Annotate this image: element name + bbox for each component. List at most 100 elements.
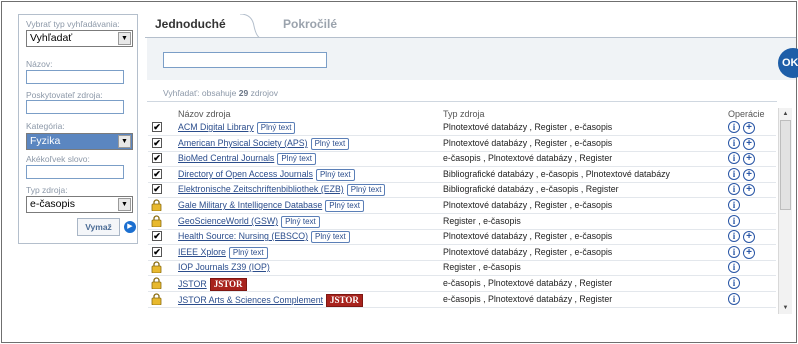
plus-circle-icon[interactable]: + bbox=[743, 247, 755, 259]
lock-icon bbox=[151, 199, 162, 211]
row-operations: i + bbox=[728, 137, 758, 150]
row-divider bbox=[148, 135, 776, 136]
resource-name-text: ACM Digital Library bbox=[178, 122, 254, 132]
resource-name-link[interactable]: ACM Digital Library Plný text bbox=[178, 122, 296, 134]
info-icon[interactable]: i bbox=[728, 137, 740, 149]
name-input[interactable] bbox=[26, 70, 124, 84]
lock-icon bbox=[151, 261, 162, 273]
full-text-badge[interactable]: Plný text bbox=[315, 169, 355, 181]
row-checkbox[interactable]: ✔ bbox=[152, 231, 162, 241]
chevron-down-icon: ▼ bbox=[118, 198, 131, 211]
column-header-name[interactable]: Názov zdroja bbox=[178, 109, 231, 119]
row-checkbox[interactable]: ✔ bbox=[152, 247, 162, 257]
resource-name-link[interactable]: Directory of Open Access Journals Plný te… bbox=[178, 169, 355, 181]
category-select[interactable]: Fyzika ▼ bbox=[26, 133, 133, 150]
full-text-badge[interactable]: Plný text bbox=[277, 153, 317, 165]
resource-name-link[interactable]: Gale Military & Intelligence Database Pln… bbox=[178, 200, 364, 212]
chevron-down-icon: ▼ bbox=[118, 32, 131, 45]
row-operations: i bbox=[728, 277, 743, 289]
column-header-type[interactable]: Typ zdroja bbox=[443, 109, 485, 119]
chevron-down-icon: ▼ bbox=[118, 135, 131, 148]
full-text-badge[interactable]: Plný text bbox=[281, 216, 320, 228]
lock-icon bbox=[151, 277, 162, 289]
full-text-badge[interactable]: Plný text bbox=[256, 122, 296, 134]
row-checkbox[interactable]: ✔ bbox=[152, 138, 162, 148]
info-icon[interactable]: i bbox=[728, 261, 740, 273]
lock-icon bbox=[151, 215, 162, 227]
arrow-right-icon[interactable]: ▶ bbox=[124, 221, 136, 233]
info-icon[interactable]: i bbox=[728, 215, 740, 227]
resource-name-text: American Physical Society (APS) bbox=[178, 138, 308, 148]
search-input[interactable] bbox=[163, 52, 327, 68]
tab-advanced[interactable]: Pokročilé bbox=[283, 14, 383, 38]
row-operations: i + bbox=[728, 230, 758, 243]
search-type-select[interactable]: Vyhľadať ▼ bbox=[26, 30, 133, 47]
scrollbar[interactable]: ▲ ▼ bbox=[778, 108, 792, 314]
plus-circle-icon[interactable]: + bbox=[743, 122, 755, 134]
full-text-badge[interactable]: Plný text bbox=[228, 247, 268, 259]
row-checkbox[interactable]: ✔ bbox=[152, 184, 162, 194]
resource-name-text: Gale Military & Intelligence Database bbox=[178, 200, 323, 210]
column-header-ops: Operácie bbox=[728, 109, 765, 119]
resource-name-link[interactable]: BioMed Central Journals Plný text bbox=[178, 153, 317, 165]
resource-name-link[interactable]: Elektronische Zeitschriftenbibliothek (E… bbox=[178, 184, 386, 196]
resource-type: Plnotextové databázy , Register , e-časo… bbox=[443, 138, 613, 148]
resource-name-text: GeoScienceWorld (GSW) bbox=[178, 216, 279, 226]
jstor-logo[interactable]: JSTOR bbox=[209, 278, 247, 291]
source-type-label: Typ zdroja: bbox=[26, 185, 68, 195]
keyword-label: Akékoľvek slovo: bbox=[26, 154, 90, 164]
full-text-badge[interactable]: Plný text bbox=[311, 231, 350, 243]
row-divider bbox=[148, 213, 776, 214]
full-text-badge[interactable]: Plný text bbox=[346, 184, 386, 196]
table-row: ✔ ACM Digital Library Plný text Plnotextové… bbox=[148, 121, 776, 136]
plus-circle-icon[interactable]: + bbox=[743, 184, 755, 196]
search-type-value: Vyhľadať bbox=[30, 32, 73, 44]
row-divider bbox=[148, 275, 776, 276]
info-icon[interactable]: i bbox=[728, 293, 740, 305]
table-row: ✔ American Physical Society (APS) Plný tex… bbox=[148, 137, 776, 152]
row-operations: i + bbox=[728, 183, 758, 196]
scroll-thumb[interactable] bbox=[780, 120, 791, 210]
result-suffix: zdrojov bbox=[250, 88, 279, 98]
resource-name-link[interactable]: American Physical Society (APS) Plný text bbox=[178, 138, 350, 150]
jstor-logo[interactable]: JSTOR bbox=[326, 294, 363, 307]
table-row: ✔ Elektronische Zeitschriftenbibliothek (… bbox=[148, 183, 776, 198]
plus-circle-icon[interactable]: + bbox=[743, 231, 755, 243]
category-label: Kategória: bbox=[26, 121, 65, 131]
row-checkbox[interactable]: ✔ bbox=[152, 153, 162, 163]
info-icon[interactable]: i bbox=[728, 246, 740, 258]
info-icon[interactable]: i bbox=[728, 121, 740, 133]
table-row: Gale Military & Intelligence Database Pln… bbox=[148, 199, 776, 214]
provider-input[interactable] bbox=[26, 100, 124, 114]
info-icon[interactable]: i bbox=[728, 168, 740, 180]
resource-name-link[interactable]: JSTOR Arts & Sciences Complement JSTOR bbox=[178, 294, 363, 307]
full-text-badge[interactable]: Plný text bbox=[310, 138, 350, 150]
info-icon[interactable]: i bbox=[728, 230, 740, 242]
resource-name-link[interactable]: IEEE Xplore Plný text bbox=[178, 247, 268, 259]
table-row: ✔ Health Source: Nursing (EBSCO) Plný text… bbox=[148, 230, 776, 245]
scroll-up-icon[interactable]: ▲ bbox=[779, 108, 792, 120]
info-icon[interactable]: i bbox=[728, 277, 740, 289]
scroll-down-icon[interactable]: ▼ bbox=[779, 302, 792, 314]
info-icon[interactable]: i bbox=[728, 183, 740, 195]
clear-button[interactable]: Vymaž bbox=[77, 218, 120, 236]
resource-name-link[interactable]: GeoScienceWorld (GSW) Plný text bbox=[178, 216, 320, 228]
info-icon[interactable]: i bbox=[728, 199, 740, 211]
row-operations: i bbox=[728, 199, 743, 211]
plus-circle-icon[interactable]: + bbox=[743, 153, 755, 165]
keyword-input[interactable] bbox=[26, 165, 124, 179]
row-checkbox[interactable]: ✔ bbox=[152, 169, 162, 179]
plus-circle-icon[interactable]: + bbox=[743, 138, 755, 150]
row-checkbox[interactable]: ✔ bbox=[152, 122, 162, 132]
resource-type: e-časopis , Plnotextové databázy , Regis… bbox=[443, 153, 613, 163]
full-text-badge[interactable]: Plný text bbox=[325, 200, 364, 212]
resource-name-link[interactable]: JSTOR JSTOR bbox=[178, 278, 247, 291]
resource-name-link[interactable]: IOP Journals Z39 (IOP) bbox=[178, 262, 270, 272]
plus-circle-icon[interactable]: + bbox=[743, 169, 755, 181]
resource-name-text: IOP Journals Z39 (IOP) bbox=[178, 262, 270, 272]
table-row: IOP Journals Z39 (IOP) Register , e-časop… bbox=[148, 261, 776, 276]
resource-name-link[interactable]: Health Source: Nursing (EBSCO) Plný text bbox=[178, 231, 350, 243]
source-type-select[interactable]: e-časopis ▼ bbox=[26, 196, 133, 213]
info-icon[interactable]: i bbox=[728, 152, 740, 164]
tab-simple[interactable]: Jednoduché bbox=[145, 14, 260, 38]
